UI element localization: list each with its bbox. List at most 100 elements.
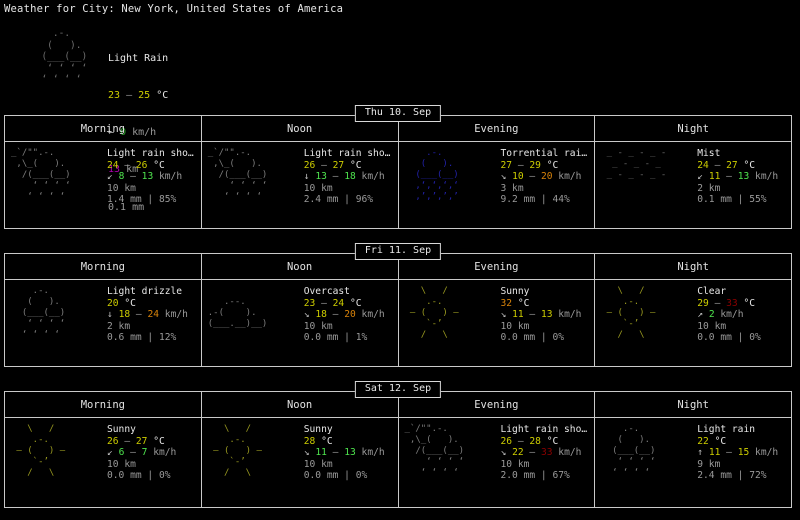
slot-wind: ↙ 8 – 13 km/h xyxy=(107,171,194,183)
slot-temperature: 24 – 26 °C xyxy=(107,160,194,172)
weather-icon-rain: .-. ( ). (___(__) ‘ ‘ ‘ ‘ ‘ ‘ ‘ ‘ xyxy=(595,424,697,479)
slot-temperature: 23 – 24 °C xyxy=(304,298,385,310)
slot-wind: ↙ 6 – 7 km/h xyxy=(107,447,176,459)
current-temperature: 23 – 25 °C xyxy=(108,90,168,102)
slot-wind: ↘ 22 – 33 km/h xyxy=(501,447,588,459)
slot-condition: Light rain xyxy=(697,424,778,436)
column-header-night: Night xyxy=(594,254,791,279)
day-body-row: _`/"".-. ,\_( ). /(___(__) ‘ ‘ ‘ ‘ ‘ ‘ ‘… xyxy=(5,142,791,228)
forecast-slot-morning: \ / .-. – ( ) – `-’ / \ Sunny26 – 27 °C↙… xyxy=(5,418,201,507)
slot-wind: ↓ 13 – 18 km/h xyxy=(304,171,391,183)
forecast-details: Light rain22 °C↑ 11 – 15 km/h9 km2.4 mm … xyxy=(697,424,778,482)
slot-visibility: 10 km xyxy=(107,183,194,195)
forecast-details: Sunny26 – 27 °C↙ 6 – 7 km/h10 km0.0 mm |… xyxy=(107,424,176,482)
slot-condition: Mist xyxy=(697,148,778,160)
forecast-details: Mist24 – 27 °C↙ 11 – 13 km/h2 km0.1 mm |… xyxy=(697,148,778,206)
forecast-slot-night: \ / .-. – ( ) – `-’ / \ Clear29 – 33 °C↗… xyxy=(594,280,791,366)
forecast-day-panel: Sat 12. Sep Morning Noon Evening Night \… xyxy=(4,391,792,508)
slot-condition: Overcast xyxy=(304,286,385,298)
slot-precipitation: 2.4 mm | 72% xyxy=(697,470,778,482)
forecast-slot-morning: .-. ( ). (___(__) ‘ ‘ ‘ ‘ ‘ ‘ ‘ ‘ Light … xyxy=(5,280,201,366)
forecast-details: Overcast23 – 24 °C↘ 18 – 20 km/h10 km0.0… xyxy=(304,286,385,344)
slot-temperature: 26 – 28 °C xyxy=(501,436,588,448)
day-body-row: \ / .-. – ( ) – `-’ / \ Sunny26 – 27 °C↙… xyxy=(5,418,791,507)
slot-temperature: 29 – 33 °C xyxy=(697,298,761,310)
column-header-morning: Morning xyxy=(5,254,201,279)
slot-precipitation: 9.2 mm | 44% xyxy=(501,194,588,206)
slot-visibility: 10 km xyxy=(501,321,582,333)
weather-icon-sunny: \ / .-. – ( ) – `-’ / \ xyxy=(595,286,697,341)
forecast-slot-noon: .--. .-( ). (___.__)__) Overcast23 – 24 … xyxy=(201,280,398,366)
weather-icon-sunny: \ / .-. – ( ) – `-’ / \ xyxy=(399,286,501,341)
forecast-details: Clear29 – 33 °C↗ 2 km/h10 km0.0 mm | 0% xyxy=(697,286,761,344)
weather-icon-rain-shower: _`/"".-. ,\_( ). /(___(__) ‘ ‘ ‘ ‘ ‘ ‘ ‘… xyxy=(202,148,304,203)
day-label: Fri 11. Sep xyxy=(355,243,441,260)
weather-icon-mist: _ - _ - _ - _ - _ - _ _ - _ - _ - xyxy=(595,148,697,181)
slot-temperature: 27 – 29 °C xyxy=(501,160,588,172)
slot-visibility: 10 km xyxy=(304,183,391,195)
slot-wind: ↘ 18 – 20 km/h xyxy=(304,309,385,321)
slot-condition: Sunny xyxy=(304,424,385,436)
forecast-details: Torrential rai…27 – 29 °C↘ 10 – 20 km/h3… xyxy=(501,148,588,206)
slot-temperature: 26 – 27 °C xyxy=(304,160,391,172)
slot-condition: Light rain sho… xyxy=(304,148,391,160)
slot-temperature: 32 °C xyxy=(501,298,582,310)
slot-precipitation: 2.4 mm | 96% xyxy=(304,194,391,206)
forecast-details: Light drizzle20 °C↓ 18 – 24 km/h2 km0.6 … xyxy=(107,286,188,344)
slot-visibility: 2 km xyxy=(107,321,188,333)
slot-visibility: 3 km xyxy=(501,183,588,195)
forecast-details: Sunny32 °C↘ 11 – 13 km/h10 km0.0 mm | 0% xyxy=(501,286,582,344)
day-label: Thu 10. Sep xyxy=(355,105,441,122)
slot-visibility: 10 km xyxy=(107,459,176,471)
column-header-night: Night xyxy=(594,116,791,141)
forecast-slot-night: .-. ( ). (___(__) ‘ ‘ ‘ ‘ ‘ ‘ ‘ ‘ Light … xyxy=(594,418,791,507)
slot-visibility: 10 km xyxy=(697,321,761,333)
weather-icon-torrential-rain: .-. ( ). (___(__) ‚‘‚‘‚‘‚‘ ‚’‚’‚’‚’ xyxy=(399,148,501,203)
forecast-slot-evening: _`/"".-. ,\_( ). /(___(__) ‘ ‘ ‘ ‘ ‘ ‘ ‘… xyxy=(398,418,595,507)
terminal-screen: Weather for City: New York, United State… xyxy=(0,0,800,520)
forecast-day-panel: Thu 10. Sep Morning Noon Evening Night _… xyxy=(4,115,792,229)
column-header-morning: Morning xyxy=(5,116,201,141)
slot-visibility: 10 km xyxy=(304,321,385,333)
slot-temperature: 28 °C xyxy=(304,436,385,448)
slot-temperature: 20 °C xyxy=(107,298,188,310)
slot-precipitation: 0.0 mm | 0% xyxy=(304,470,385,482)
weather-icon-overcast: .--. .-( ). (___.__)__) xyxy=(202,286,304,341)
slot-precipitation: 0.0 mm | 1% xyxy=(304,332,385,344)
slot-precipitation: 0.0 mm | 0% xyxy=(107,470,176,482)
slot-wind: ↘ 10 – 20 km/h xyxy=(501,171,588,183)
day-body-row: .-. ( ). (___(__) ‘ ‘ ‘ ‘ ‘ ‘ ‘ ‘ Light … xyxy=(5,280,791,366)
forecast-slot-morning: _`/"".-. ,\_( ). /(___(__) ‘ ‘ ‘ ‘ ‘ ‘ ‘… xyxy=(5,142,201,228)
slot-condition: Light drizzle xyxy=(107,286,188,298)
slot-visibility: 2 km xyxy=(697,183,778,195)
slot-wind: ↗ 2 km/h xyxy=(697,309,761,321)
slot-wind: ↘ 11 – 13 km/h xyxy=(501,309,582,321)
slot-precipitation: 0.6 mm | 12% xyxy=(107,332,188,344)
slot-precipitation: 1.4 mm | 85% xyxy=(107,194,194,206)
weather-icon-rain-shower: _`/"".-. ,\_( ). /(___(__) ‘ ‘ ‘ ‘ ‘ ‘ ‘… xyxy=(399,424,501,479)
forecast-details: Light rain sho…26 – 27 °C↓ 13 – 18 km/h1… xyxy=(304,148,391,206)
slot-precipitation: 0.0 mm | 0% xyxy=(697,332,761,344)
current-condition: Light Rain xyxy=(108,53,168,65)
column-header-night: Night xyxy=(594,392,791,417)
weather-icon-rain-shower: _`/"".-. ,\_( ). /(___(__) ‘ ‘ ‘ ‘ ‘ ‘ ‘… xyxy=(5,148,107,203)
slot-condition: Sunny xyxy=(107,424,176,436)
forecast-day-panel: Fri 11. Sep Morning Noon Evening Night .… xyxy=(4,253,792,367)
slot-wind: ↑ 11 – 15 km/h xyxy=(697,447,778,459)
weather-icon-sunny: \ / .-. – ( ) – `-’ / \ xyxy=(5,424,107,479)
slot-visibility: 9 km xyxy=(697,459,778,471)
forecast-slot-night: _ - _ - _ - _ - _ - _ _ - _ - _ -Mist24 … xyxy=(594,142,791,228)
slot-visibility: 10 km xyxy=(501,459,588,471)
forecast-slot-noon: _`/"".-. ,\_( ). /(___(__) ‘ ‘ ‘ ‘ ‘ ‘ ‘… xyxy=(201,142,398,228)
slot-condition: Light rain sho… xyxy=(107,148,194,160)
forecast-slot-evening: \ / .-. – ( ) – `-’ / \ Sunny32 °C↘ 11 –… xyxy=(398,280,595,366)
slot-condition: Sunny xyxy=(501,286,582,298)
slot-temperature: 24 – 27 °C xyxy=(697,160,778,172)
slot-visibility: 10 km xyxy=(304,459,385,471)
forecast-details: Sunny28 °C↘ 11 – 13 km/h10 km0.0 mm | 0% xyxy=(304,424,385,482)
slot-condition: Light rain sho… xyxy=(501,424,588,436)
slot-temperature: 26 – 27 °C xyxy=(107,436,176,448)
column-header-morning: Morning xyxy=(5,392,201,417)
slot-condition: Clear xyxy=(697,286,761,298)
slot-wind: ↘ 11 – 13 km/h xyxy=(304,447,385,459)
